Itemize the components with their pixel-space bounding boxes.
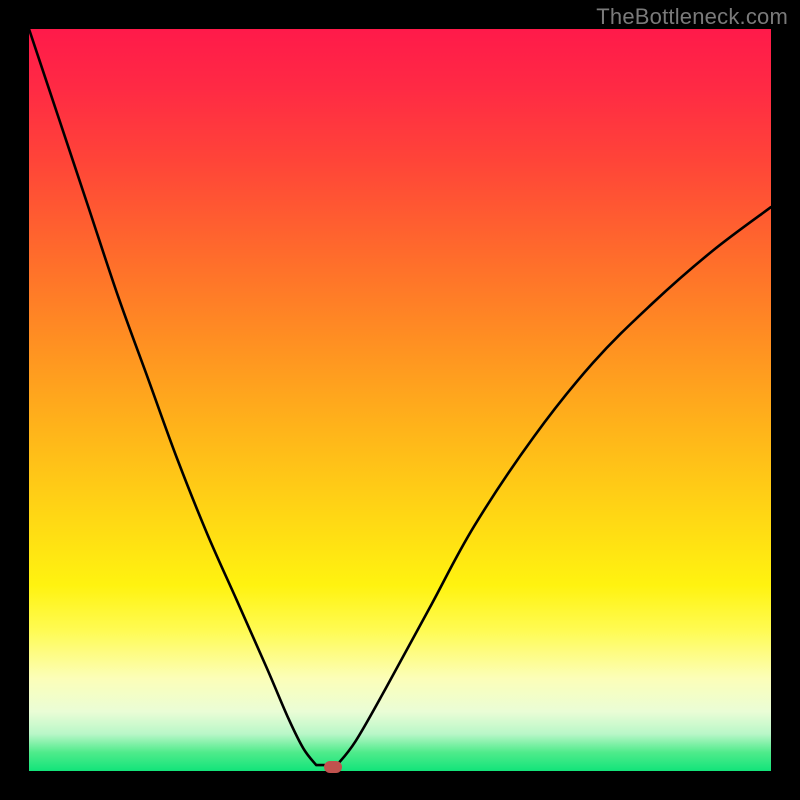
optimum-marker bbox=[324, 761, 342, 773]
plot-area bbox=[29, 29, 771, 771]
bottleneck-curve bbox=[29, 29, 771, 771]
chart-frame: TheBottleneck.com bbox=[0, 0, 800, 800]
watermark-text: TheBottleneck.com bbox=[596, 4, 788, 30]
